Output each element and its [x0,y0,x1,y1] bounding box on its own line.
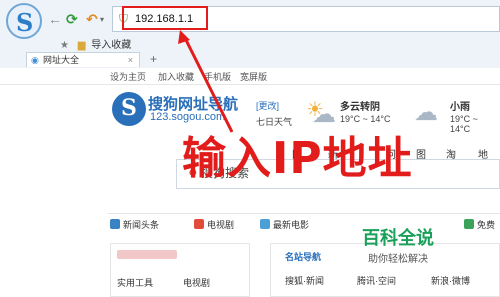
add-favorite-link[interactable]: 加入收藏 [158,70,194,83]
site-link-qq[interactable]: 腾讯·空间 [357,274,396,287]
news-icon [110,219,120,229]
watermark-title: 百科全说 [362,228,434,248]
quick-link-news-label: 新闻头条 [123,220,160,230]
refresh-icon[interactable]: ⟳ [66,12,78,26]
quick-link-tv[interactable]: 电视剧 [194,218,234,231]
tv-icon [194,219,204,229]
home-links-bar: 设为主页 加入收藏 手机版 宽屏版 [0,68,500,85]
quick-link-free[interactable]: 免费 [464,218,495,231]
browser-logo-icon[interactable]: S [6,3,42,39]
quick-link-movie-label: 最新电影 [273,220,310,230]
close-icon[interactable]: × [128,53,133,68]
quick-link-movie[interactable]: 最新电影 [260,218,309,231]
quick-link-news[interactable]: 新闻头条 [110,218,159,231]
weather-tomorrow-label: 小雨 [450,102,470,113]
back-icon[interactable]: ← [48,12,62,26]
wide-version-link[interactable]: 宽屏版 [240,70,267,83]
sogou-logo-icon[interactable] [112,92,146,126]
left-panel: 实用工具 电视剧 [110,243,250,297]
address-highlight-box [122,6,208,30]
movie-icon [260,219,270,229]
famous-sites-title[interactable]: 名站导航 [285,250,321,263]
watermark: 百科全说 助你轻松解决 [362,224,462,270]
tab-favicon-icon: ◉ [31,55,39,65]
free-icon [464,219,474,229]
new-tab-button[interactable]: + [150,52,157,66]
quick-link-free-label: 免费 [477,220,496,230]
weather-tomorrow-temp: 19°C ~ 14°C [450,114,478,134]
tv-link[interactable]: 电视剧 [183,276,210,289]
set-homepage-link[interactable]: 设为主页 [110,70,146,83]
weather-change-link[interactable]: [更改] [256,99,279,112]
site-link-sohu[interactable]: 搜狐·新闻 [285,274,324,287]
import-bookmarks-link[interactable]: 导入收藏 [91,40,131,51]
quick-link-tv-label: 电视剧 [207,220,235,230]
annotation-text: 输入IP地址 [182,133,413,184]
blurred-banner [117,250,177,259]
weather-today-label: 多云转阴 [340,102,380,113]
star-icon[interactable]: ★ [60,40,69,51]
bookmarks-bar: ★ ▆ 导入收藏 [60,36,131,51]
mobile-version-link[interactable]: 手机版 [204,70,231,83]
tab-active[interactable]: ◉ 网址大全 × [26,52,140,67]
tab-title: 网址大全 [43,55,80,65]
undo-dropdown-icon[interactable]: ▾ [100,13,104,27]
undo-icon[interactable]: ↶ [86,12,98,26]
tools-link[interactable]: 实用工具 [117,276,153,289]
site-link-sina[interactable]: 新浪·微博 [431,274,470,287]
watermark-subtitle: 助你轻松解决 [368,254,428,265]
browser-chrome: S ← ⟳ ↶ ▾ ⛉ 192.168.1.1 ★ ▆ 导入收藏 ◉ 网址大全 … [0,0,500,85]
rain-cloud-icon: ☁ [414,99,438,126]
folder-icon: ▆ [77,40,86,51]
